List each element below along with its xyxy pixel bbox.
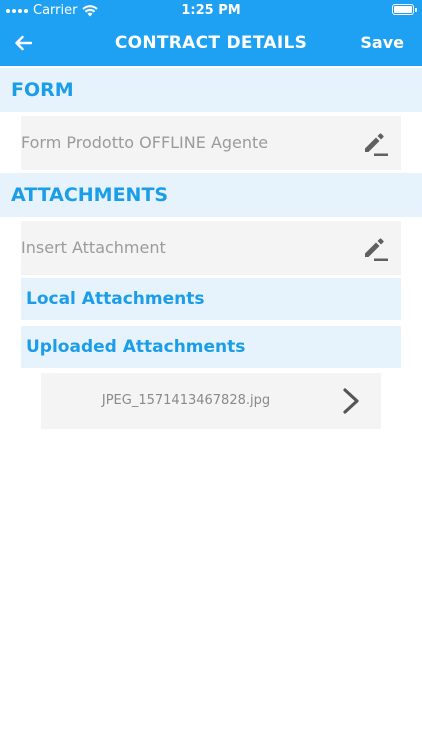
status-time: 1:25 PM bbox=[181, 3, 241, 18]
status-bar: Carrier 1:25 PM bbox=[0, 0, 422, 22]
pencil-edit-icon[interactable] bbox=[361, 234, 389, 262]
battery-icon bbox=[392, 4, 417, 15]
uploaded-attachments-header[interactable]: Uploaded Attachments bbox=[21, 326, 401, 368]
form-item-label: Form Prodotto OFFLINE Agente bbox=[21, 133, 269, 152]
insert-attachment-row[interactable]: Insert Attachment bbox=[21, 221, 401, 275]
contract-details-screen: Carrier 1:25 PM CONTRACT DETAILS Save FO… bbox=[0, 0, 422, 750]
form-item-row[interactable]: Form Prodotto OFFLINE Agente bbox=[21, 116, 401, 170]
attachment-file-row[interactable]: JPEG_1571413467828.jpg bbox=[41, 373, 381, 429]
insert-attachment-label: Insert Attachment bbox=[21, 238, 166, 257]
chevron-right-icon bbox=[343, 388, 359, 414]
form-section-header: FORM bbox=[0, 68, 422, 112]
attachments-section-header: ATTACHMENTS bbox=[0, 173, 422, 217]
attachment-file-name: JPEG_1571413467828.jpg bbox=[101, 393, 271, 408]
local-attachments-header[interactable]: Local Attachments bbox=[21, 278, 401, 320]
save-button[interactable]: Save bbox=[360, 33, 404, 52]
page-title: CONTRACT DETAILS bbox=[114, 33, 308, 53]
pencil-edit-icon[interactable] bbox=[361, 129, 389, 157]
nav-bar: Carrier 1:25 PM CONTRACT DETAILS Save bbox=[0, 0, 422, 66]
